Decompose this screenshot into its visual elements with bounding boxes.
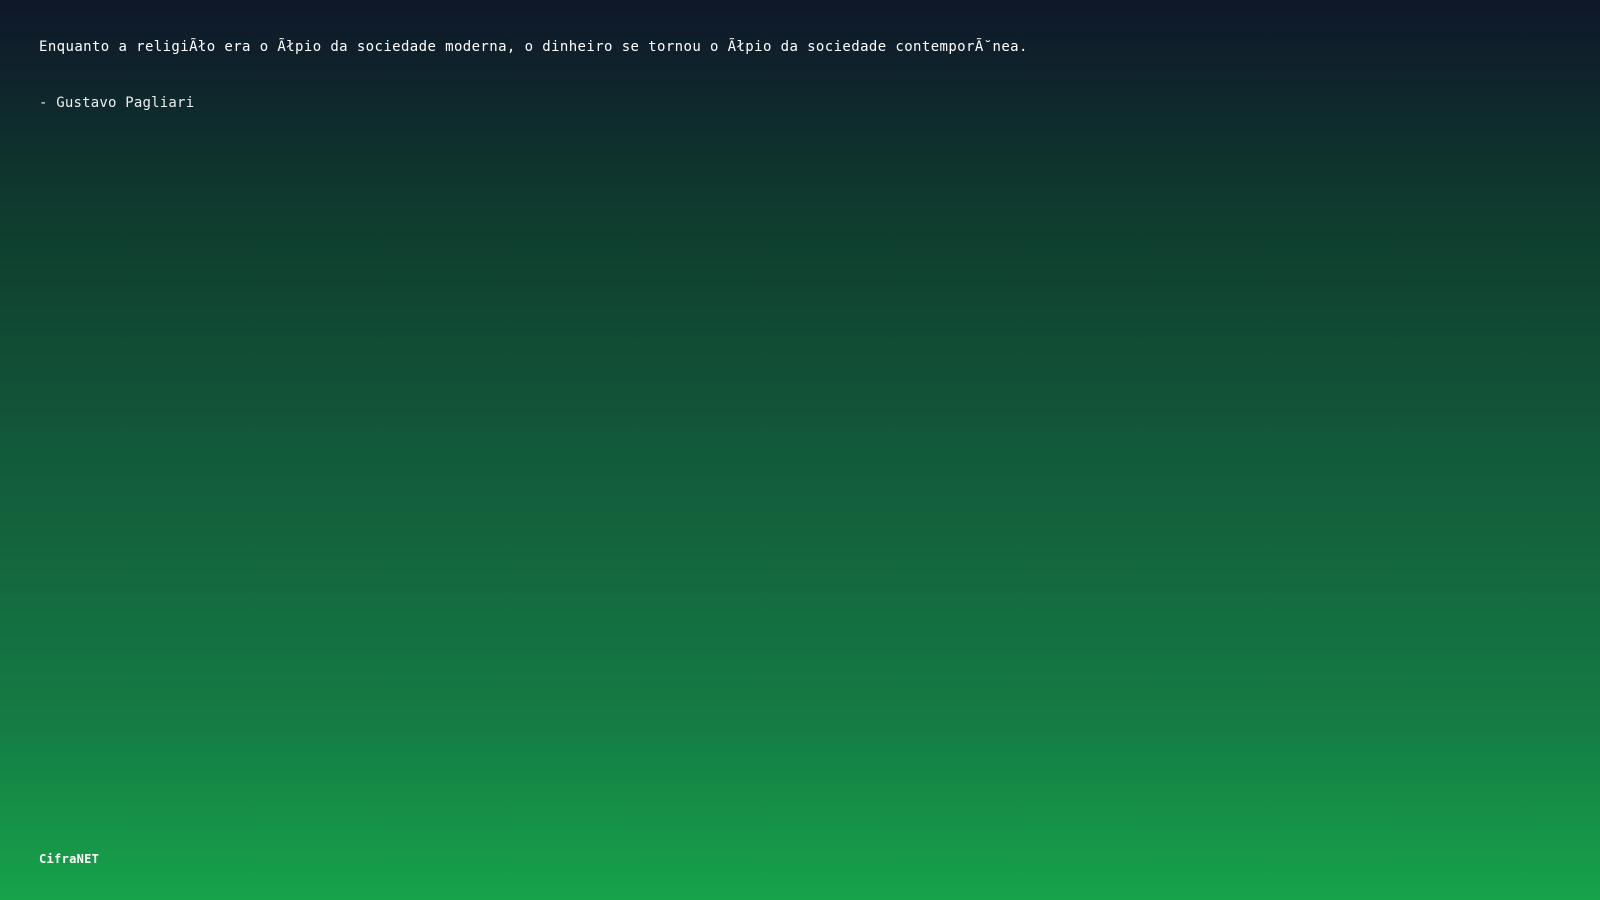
quote-author: - Gustavo Pagliari xyxy=(39,95,195,111)
quote-block: Enquanto a religiÃło era o Ãłpio da soci… xyxy=(39,36,1539,111)
brand-label: CifraNET xyxy=(39,852,100,866)
quote-text: Enquanto a religiÃło era o Ãłpio da soci… xyxy=(39,39,1028,55)
